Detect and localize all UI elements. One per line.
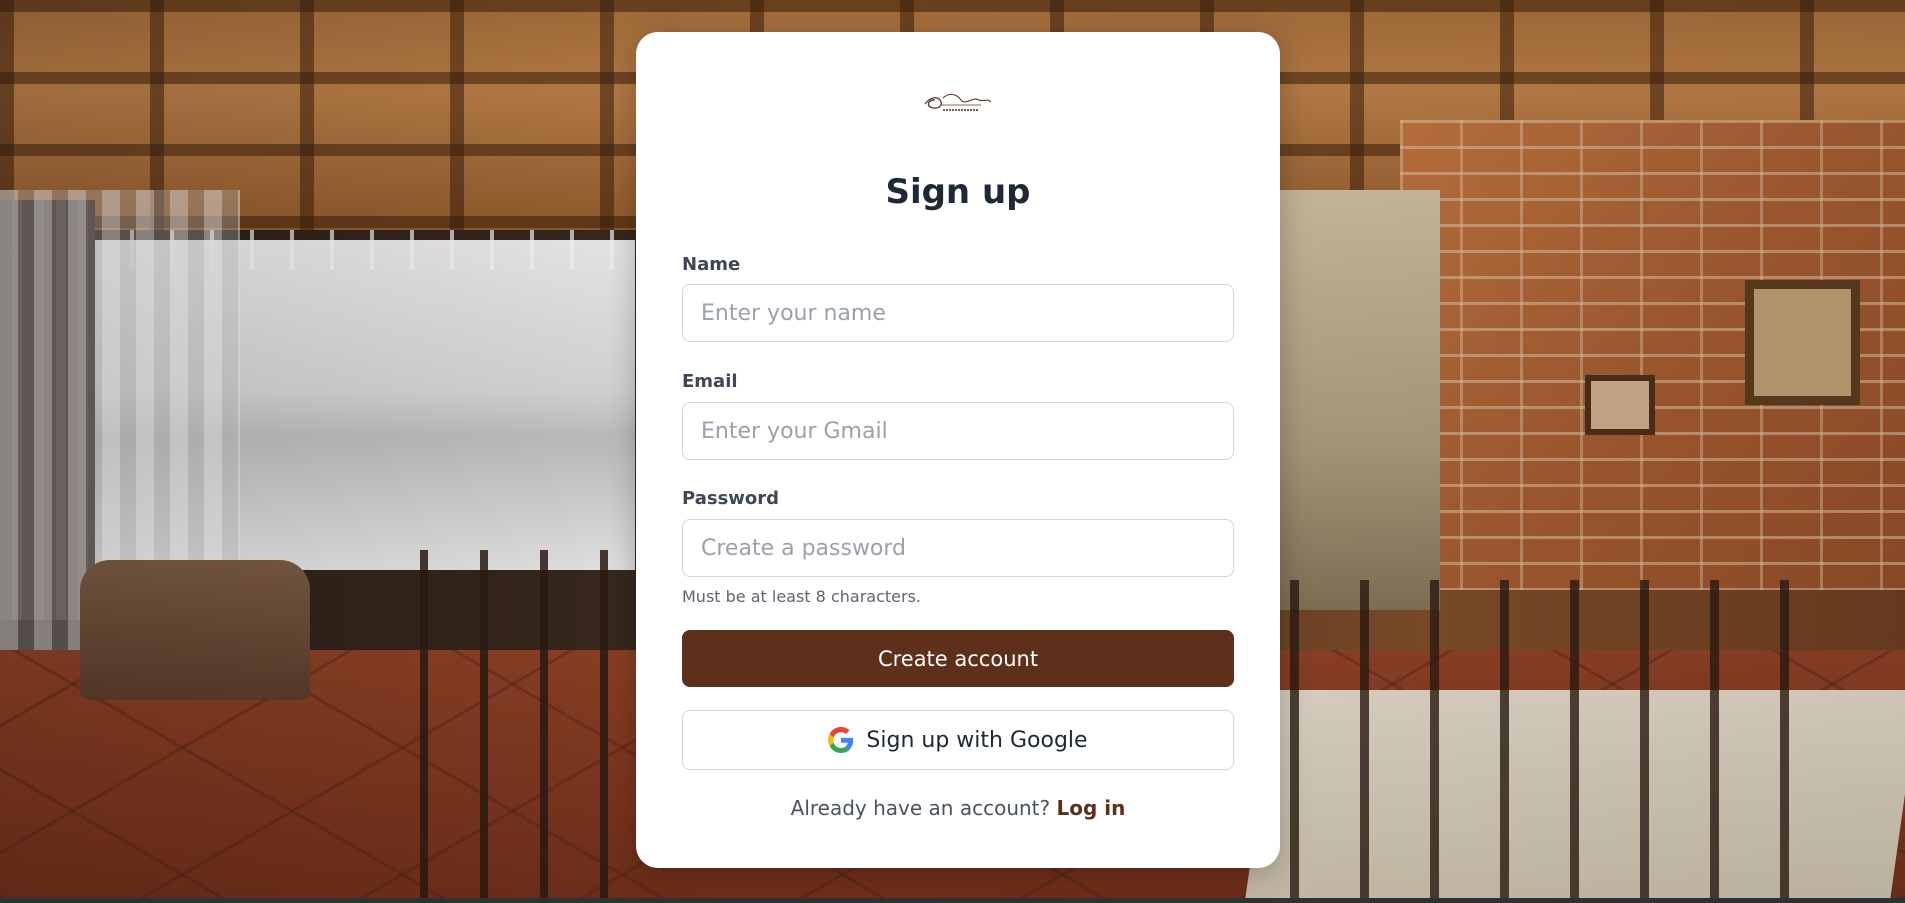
create-account-button[interactable]: Create account [682, 630, 1234, 687]
google-button-label: Sign up with Google [866, 727, 1088, 753]
google-signup-button[interactable]: Sign up with Google [682, 710, 1234, 770]
login-prompt-text: Already have an account? [790, 796, 1051, 820]
password-input[interactable] [682, 519, 1234, 577]
signup-card: Sign up Name Email Password Must be at l… [636, 32, 1280, 868]
bottom-strip [0, 898, 1905, 903]
email-label: Email [682, 371, 738, 392]
page-title: Sign up [885, 172, 1031, 212]
name-label: Name [682, 254, 741, 275]
login-link[interactable]: Log in [1056, 796, 1125, 820]
password-label: Password [682, 488, 780, 509]
email-input[interactable] [682, 402, 1234, 460]
name-input[interactable] [682, 284, 1234, 342]
google-g-icon [828, 727, 854, 753]
password-hint: Must be at least 8 characters. [682, 587, 921, 606]
login-prompt: Already have an account? Log in [636, 796, 1280, 820]
brand-logo [924, 93, 992, 111]
